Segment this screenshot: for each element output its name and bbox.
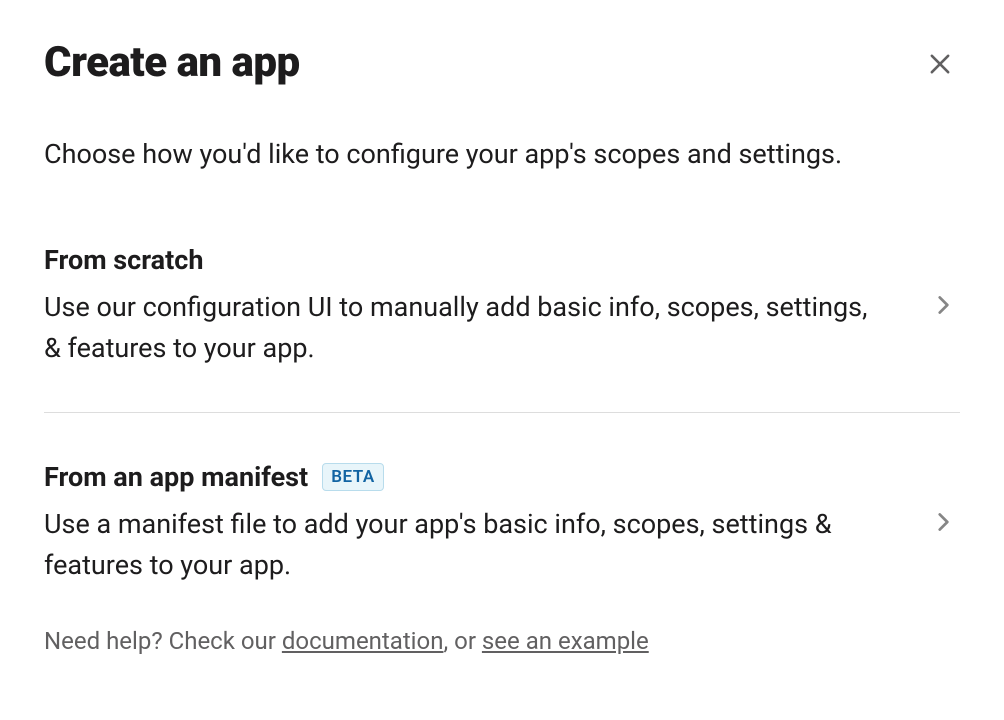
beta-badge: BETA [322, 463, 384, 491]
option-title-row: From an app manifest BETA [44, 461, 890, 493]
option-manifest-description: Use a manifest file to add your app's ba… [44, 504, 890, 588]
modal-subtitle: Choose how you'd like to configure your … [44, 135, 960, 174]
modal-title: Create an app [44, 40, 300, 86]
option-scratch-title: From scratch [44, 244, 203, 276]
help-text: Need help? Check our documentation, or s… [44, 627, 960, 655]
option-from-manifest[interactable]: From an app manifest BETA Use a manifest… [44, 461, 960, 587]
option-content: From an app manifest BETA Use a manifest… [44, 461, 930, 587]
divider [44, 412, 960, 413]
option-scratch-description: Use our configuration UI to manually add… [44, 287, 890, 371]
close-button[interactable] [920, 44, 960, 87]
chevron-right-icon [930, 292, 956, 322]
documentation-link[interactable]: documentation [282, 627, 444, 655]
help-prefix: Need help? Check our [44, 627, 282, 655]
chevron-right-icon [930, 509, 956, 539]
option-manifest-title: From an app manifest [44, 461, 308, 493]
see-example-link[interactable]: see an example [482, 627, 649, 655]
close-icon [926, 50, 954, 81]
help-middle: , or [443, 627, 481, 655]
modal-header: Create an app [44, 40, 960, 87]
option-title-row: From scratch [44, 244, 890, 276]
option-from-scratch[interactable]: From scratch Use our configuration UI to… [44, 244, 960, 370]
option-content: From scratch Use our configuration UI to… [44, 244, 930, 370]
